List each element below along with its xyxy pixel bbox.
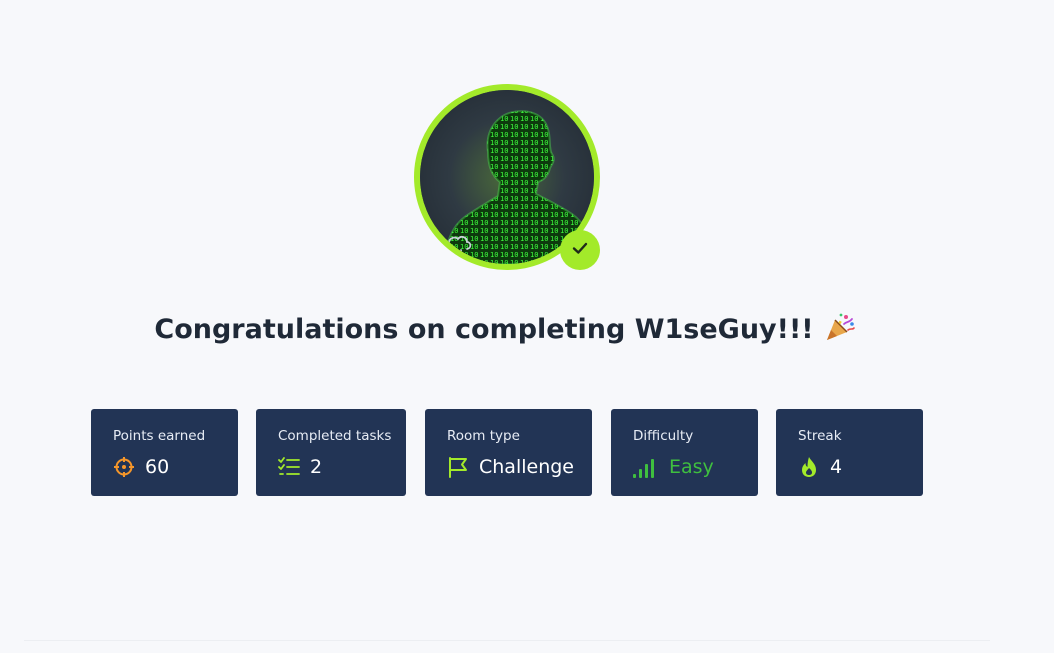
stat-value: Challenge [479, 456, 574, 478]
completion-heading: Congratulations on completing W1seGuy!!! [0, 312, 1010, 349]
stat-card-points: Points earned 60 [91, 409, 238, 496]
flag-icon [447, 456, 469, 478]
stat-value: 60 [145, 456, 170, 478]
stat-card-room-type: Room type Challenge [425, 409, 592, 496]
checkmark-icon [570, 238, 590, 262]
checklist-icon [278, 456, 300, 478]
stat-label: Points earned [113, 428, 206, 444]
room-avatar: 10 [414, 84, 600, 270]
stat-card-streak: Streak 4 [776, 409, 923, 496]
stat-label: Difficulty [633, 428, 694, 444]
signal-bars-icon [633, 456, 659, 478]
stat-value: 2 [310, 456, 323, 478]
stat-label: Room type [447, 428, 520, 444]
party-popper-icon [824, 312, 856, 349]
flame-icon [798, 456, 820, 478]
stat-label: Streak [798, 428, 842, 444]
completed-badge [560, 230, 600, 270]
divider [24, 640, 990, 641]
stat-card-completed-tasks: Completed tasks 2 [256, 409, 406, 496]
target-icon [113, 456, 135, 478]
stat-card-difficulty: Difficulty Easy [611, 409, 758, 496]
completion-title: Congratulations on completing W1seGuy!!! [154, 314, 814, 345]
stat-value: 4 [830, 456, 843, 478]
stat-label: Completed tasks [278, 428, 392, 444]
room-completion-page: 10 Co [0, 0, 1054, 653]
stat-value: Easy [669, 456, 714, 478]
